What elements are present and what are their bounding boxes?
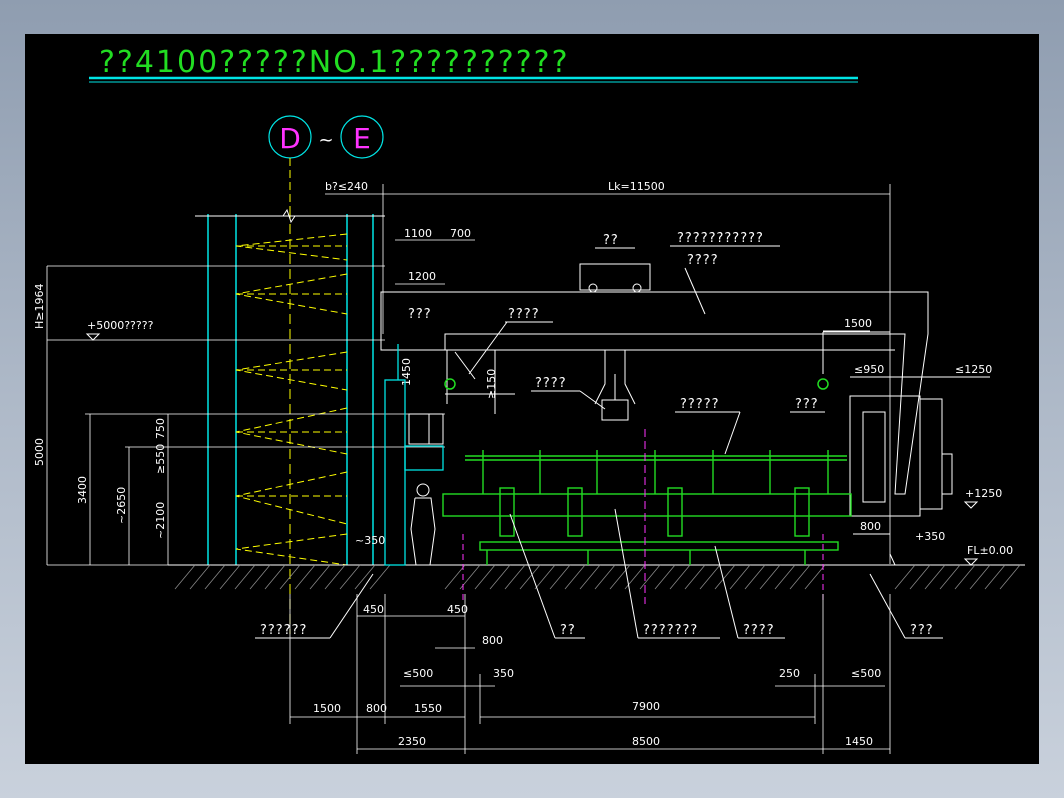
dim-1500: 1500 <box>313 702 341 715</box>
cad-drawing: ??4100?????NO.1?????????? D ~ E H≥1964 5… <box>33 45 1025 754</box>
dim-450-a: 450 <box>363 603 384 616</box>
dim-450-b: 450 <box>447 603 468 616</box>
dim-b240: b?≤240 <box>325 180 368 193</box>
label-crane-2: ???? <box>687 253 719 268</box>
bottom-dimension-lines <box>289 594 891 754</box>
dim-2100: ~2100 <box>154 502 167 539</box>
dim-7900: 7900 <box>632 700 660 713</box>
label-bottom-2: ?? <box>560 623 576 638</box>
dim-800: 800 <box>482 634 503 647</box>
dim-550: ≥550 <box>154 444 167 474</box>
label-bottom-5: ??? <box>910 623 934 638</box>
cad-drawing-frame: ??4100?????NO.1?????????? D ~ E H≥1964 5… <box>25 34 1039 764</box>
dim-750: 750 <box>154 418 167 439</box>
operator-figure <box>408 413 444 566</box>
dim-1100: 1100 <box>404 227 432 240</box>
dim-2350: 2350 <box>398 735 426 748</box>
dim-250: 250 <box>779 667 800 680</box>
dim-8500: 8500 <box>632 735 660 748</box>
roller-conveyor <box>442 450 852 565</box>
dim-950: ≤950 <box>854 363 884 376</box>
dim-1200: 1200 <box>408 270 436 283</box>
building-structure <box>195 208 385 634</box>
dim-1450: 1450 <box>845 735 873 748</box>
dim-500-b: ≤500 <box>851 667 881 680</box>
dim-3400: 3400 <box>76 476 89 504</box>
dim-350-small: ~350 <box>355 534 385 547</box>
dim-150: ≥150 <box>485 369 498 399</box>
dim-2650: ~2650 <box>115 487 128 524</box>
level-350: +350 <box>915 530 945 543</box>
dim-800-right: 800 <box>860 520 881 533</box>
drawing-title: ??4100?????NO.1?????????? <box>99 45 570 80</box>
axis-label-e: E <box>353 122 371 155</box>
hook-right-icon <box>817 378 829 390</box>
level-5000: +5000????? <box>87 319 154 332</box>
dim-700: 700 <box>450 227 471 240</box>
dim-1250: ≤1250 <box>955 363 992 376</box>
label-gripper: ???? <box>535 376 567 391</box>
label-bottom-1: ?????? <box>260 623 307 638</box>
label-frame: ???? <box>508 307 540 322</box>
dim-800-b: 800 <box>366 702 387 715</box>
axis-separator: ~ <box>318 130 333 151</box>
label-trolley: ?? <box>603 233 619 248</box>
dim-5000: 5000 <box>33 438 46 466</box>
level-fl: FL±0.00 <box>967 544 1013 557</box>
level-1250: +1250 <box>965 487 1002 500</box>
label-beam: ????? <box>680 397 720 412</box>
label-bottom-4: ???? <box>743 623 775 638</box>
ground-line <box>168 564 1025 590</box>
label-hook-2: ??? <box>795 397 819 412</box>
dim-1450-small: 1450 <box>400 358 413 386</box>
axis-label-d: D <box>279 122 301 155</box>
label-hook-1: ??? <box>408 307 432 322</box>
crane-hook-assembly <box>445 331 890 421</box>
dim-350: 350 <box>493 667 514 680</box>
label-crane: ??????????? <box>677 231 764 246</box>
dim-h1964: H≥1964 <box>33 284 46 329</box>
dim-1550: 1550 <box>414 702 442 715</box>
dim-1500-right: 1500 <box>844 317 872 330</box>
dim-500-a: ≤500 <box>403 667 433 680</box>
label-bottom-3: ??????? <box>643 623 698 638</box>
dim-lk11500: Lk=11500 <box>608 180 665 193</box>
